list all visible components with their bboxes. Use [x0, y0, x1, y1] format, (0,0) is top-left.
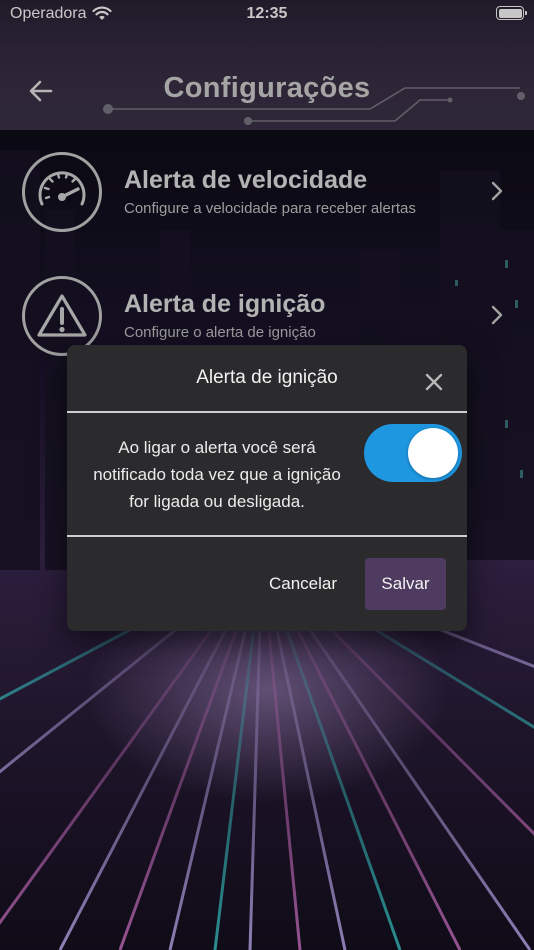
divider [67, 535, 467, 537]
cancel-button[interactable]: Cancelar [253, 558, 353, 610]
toggle-knob [408, 428, 458, 478]
app-screen: Operadora 12:35 Configurações Alerta de … [0, 0, 534, 950]
save-button[interactable]: Salvar [365, 558, 446, 610]
ignition-alert-toggle[interactable] [364, 424, 462, 482]
dialog-title: Alerta de ignição [196, 367, 338, 388]
close-icon[interactable] [423, 371, 445, 393]
divider [67, 411, 467, 413]
ignition-alert-dialog: Alerta de ignição Ao ligar o alerta você… [67, 345, 467, 631]
dialog-message: Ao ligar o alerta você será notificado t… [93, 438, 341, 511]
